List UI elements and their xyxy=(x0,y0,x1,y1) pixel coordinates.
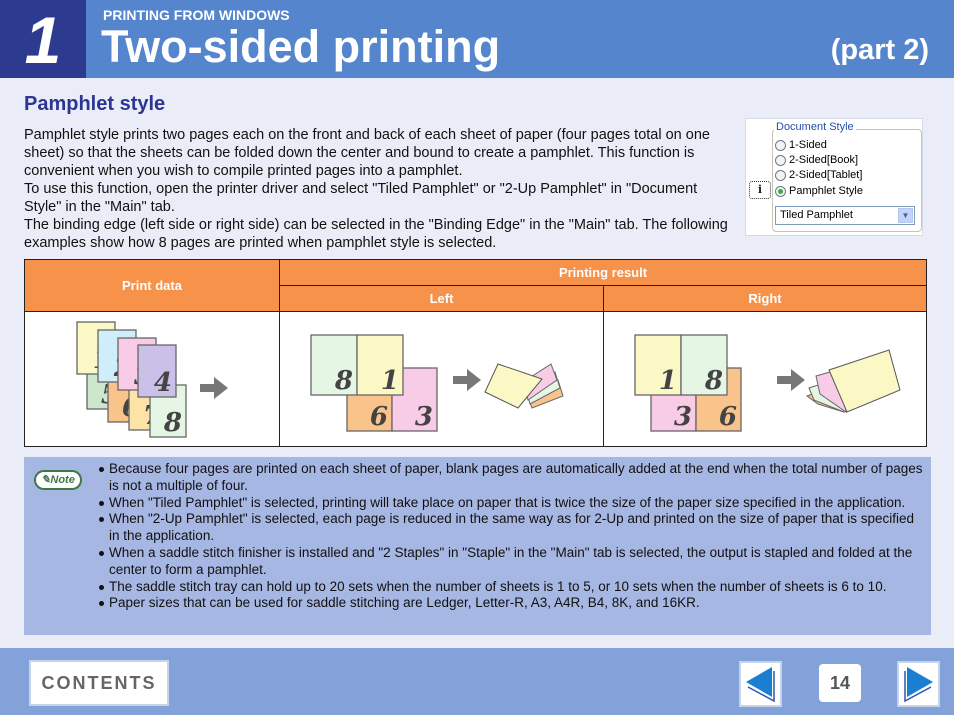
document-style-dialog-image: Document Style 1-Sided 2-Sided[Book] 2-S… xyxy=(745,118,923,236)
right-result-cell: 36 18 xyxy=(603,311,927,447)
note-label: Note xyxy=(50,474,75,486)
page-number: 14 xyxy=(819,664,861,702)
arrow-right-icon xyxy=(777,369,805,391)
page-number-label: 1 xyxy=(659,366,677,396)
right-binding-illustration: 3 6 1 8 xyxy=(634,334,901,432)
arrow-left-icon xyxy=(746,667,775,703)
page-number-label: 4 xyxy=(154,368,172,398)
pamphlet-examples-table: Print data Printing result Left Right 56… xyxy=(24,259,927,447)
intro-text: Pamphlet style prints two pages each on … xyxy=(24,126,736,252)
previous-page-button[interactable] xyxy=(739,661,782,707)
intro-paragraph: To use this function, open the printer d… xyxy=(24,181,698,215)
radio-label: 1-Sided xyxy=(789,139,827,151)
header-right: Right xyxy=(603,285,927,312)
part-label: (part 2) xyxy=(830,34,929,66)
chevron-down-icon: ▼ xyxy=(898,208,913,223)
header-printing-result: Printing result xyxy=(279,259,927,286)
page-number-label: 8 xyxy=(704,366,723,396)
note-item: When "2-Up Pamphlet" is selected, each p… xyxy=(98,511,928,545)
left-binding-illustration: 6 3 8 1 xyxy=(310,334,564,432)
pencil-icon: ✎ xyxy=(41,474,51,486)
dropdown-value: Tiled Pamphlet xyxy=(780,209,853,221)
header-left: Left xyxy=(279,285,604,312)
note-list: Because four pages are printed on each s… xyxy=(98,461,928,612)
pamphlet-type-dropdown[interactable]: Tiled Pamphlet ▼ xyxy=(775,206,915,225)
note-item: Paper sizes that can be used for saddle … xyxy=(98,595,928,612)
radio-2-sided-tablet[interactable]: 2-Sided[Tablet] xyxy=(775,169,862,181)
contents-button[interactable]: CONTENTS xyxy=(29,660,169,706)
note-badge: ✎Note xyxy=(34,470,82,490)
page-number-label: 3 xyxy=(415,402,433,432)
arrow-right-icon xyxy=(453,369,481,391)
page-footer: CONTENTS 14 xyxy=(0,648,954,715)
radio-label: Pamphlet Style xyxy=(789,185,863,197)
note-box: ✎Note Because four pages are printed on … xyxy=(24,457,931,635)
page-number-label: 8 xyxy=(334,366,353,396)
page-title: Two-sided printing xyxy=(101,21,501,72)
arrow-right-icon xyxy=(200,377,228,399)
note-item: When "Tiled Pamphlet" is selected, print… xyxy=(98,495,928,512)
info-icon: i xyxy=(749,181,771,199)
page-number-label: 6 xyxy=(370,402,388,432)
note-item: The saddle stitch tray can hold up to 20… xyxy=(98,579,928,596)
arrow-right-icon xyxy=(904,667,933,703)
left-result-cell: 63 81 xyxy=(279,311,604,447)
next-page-button[interactable] xyxy=(897,661,940,707)
page-number-label: 1 xyxy=(381,366,399,396)
radio-2-sided-book[interactable]: 2-Sided[Book] xyxy=(775,154,858,166)
radio-pamphlet-style[interactable]: Pamphlet Style xyxy=(775,185,863,197)
radio-label: 2-Sided[Tablet] xyxy=(789,169,863,181)
print-data-cell: 56781234 xyxy=(24,311,280,447)
page-stack-illustration: 56781234 xyxy=(76,321,228,438)
page-number-label: 8 xyxy=(163,408,182,438)
radio-label: 2-Sided[Book] xyxy=(789,154,859,166)
header-print-data: Print data xyxy=(24,259,280,312)
group-label: Document Style xyxy=(774,121,856,133)
page-number-label: 3 xyxy=(674,402,692,432)
intro-paragraph: The binding edge (left side or right sid… xyxy=(24,217,728,251)
page-header: 1 PRINTING FROM WINDOWS Two-sided printi… xyxy=(0,0,954,78)
note-item: Because four pages are printed on each s… xyxy=(98,461,928,495)
page-number-label: 6 xyxy=(719,402,737,432)
chapter-number: 1 xyxy=(0,0,86,78)
note-item: When a saddle stitch finisher is install… xyxy=(98,545,928,579)
subheading: Pamphlet style xyxy=(24,93,166,115)
radio-1-sided[interactable]: 1-Sided xyxy=(775,139,827,151)
intro-paragraph: Pamphlet style prints two pages each on … xyxy=(24,127,710,179)
